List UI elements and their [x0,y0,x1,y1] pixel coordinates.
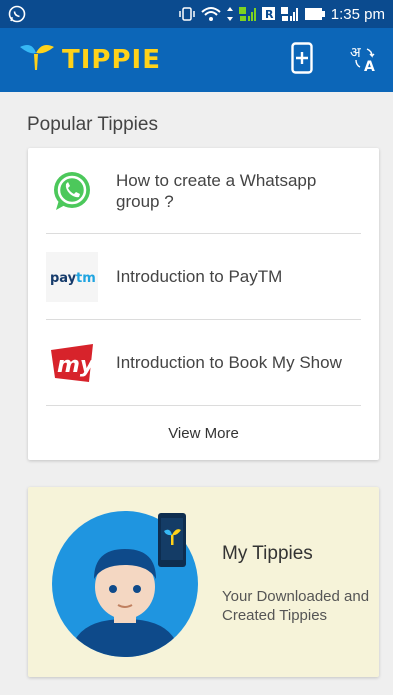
add-tippie-button[interactable] [285,41,319,79]
whatsapp-notification-icon [8,5,26,23]
add-device-icon [291,41,313,79]
svg-text:A: A [364,59,375,73]
tip-title: How to create a Whatsapp group ? [116,170,317,211]
status-bar: R 1:35 pm [0,0,393,28]
svg-text:my: my [57,353,96,378]
tippie-bird-icon [18,43,56,78]
popular-tippies-heading: Popular Tippies [27,114,158,135]
list-item[interactable]: pay tm Introduction to PayTM [46,234,361,320]
view-more-button[interactable]: View More [28,406,379,460]
svg-text:tm: tm [76,271,96,286]
paytm-logo-icon: pay tm [46,251,98,303]
my-tippies-subtitle: Your Downloaded and Created Tippies [222,588,370,624]
tip-title: Introduction to PayTM [116,267,283,286]
popular-tippies-card: How to create a Whatsapp group ? pay tm … [28,148,379,460]
app-bar: TIPPIE अ A [0,28,393,92]
my-tippies-title: My Tippies [222,543,313,564]
wifi-icon [201,6,221,22]
signal-sim2-icon [280,6,299,22]
list-item[interactable]: How to create a Whatsapp group ? [46,148,361,234]
my-tippies-card[interactable]: My Tippies Your Downloaded and Created T… [28,487,379,677]
app-logo: TIPPIE [18,43,161,78]
data-arrows-icon [226,6,234,22]
bookmyshow-logo-icon: my [46,337,98,389]
signal-sim1-icon [238,6,257,22]
language-icon: अ A [349,43,379,78]
tip-title: Introduction to Book My Show [116,353,342,372]
status-time: 1:35 pm [330,5,385,23]
svg-text:अ: अ [350,45,361,61]
user-avatar-illustration [50,509,200,659]
language-button[interactable]: अ A [347,43,381,77]
svg-text:R: R [265,8,274,21]
list-item[interactable]: my Introduction to Book My Show [46,320,361,406]
vibrate-icon [178,6,196,22]
app-brand-name: TIPPIE [62,45,161,75]
roaming-icon: R [261,6,276,22]
whatsapp-logo-icon [46,165,98,217]
battery-icon [304,7,326,21]
svg-text:pay: pay [50,271,77,286]
